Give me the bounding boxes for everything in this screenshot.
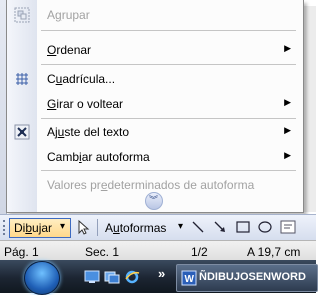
pointer-arrow-icon[interactable] (75, 219, 91, 235)
dibujar-button[interactable]: Dibujar ▾ (9, 218, 71, 238)
taskbar-window-title: ÑDIBUJOSENWORD (199, 271, 306, 283)
word-document-icon: W (181, 270, 197, 286)
internet-explorer-icon[interactable] (124, 269, 140, 285)
menu-item-cambiar[interactable]: Cambiar autoforma ▶ (7, 144, 303, 170)
menu-item-label: Cambiar autoforma (47, 150, 150, 164)
menu-item-agrupar[interactable]: Agrupar (7, 2, 303, 28)
toolbar-grip[interactable] (3, 220, 8, 235)
rectangle-icon[interactable] (235, 219, 251, 235)
expand-menu-button[interactable]: ︾ (145, 192, 163, 210)
menu-item-label: Cuadrícula... (47, 72, 116, 86)
menu-item-label: Girar o voltear (47, 97, 124, 111)
dibujar-label: Dibujar (14, 221, 53, 235)
oval-icon[interactable] (257, 219, 273, 235)
autoformas-button[interactable]: Autoformas ▾ (102, 218, 186, 236)
svg-text:W: W (185, 274, 195, 285)
document-margin (304, 6, 316, 212)
menu-item-ordenar[interactable]: Ordenar ▶ (7, 37, 303, 63)
toolbar-separator (97, 219, 98, 236)
menu-separator (41, 30, 296, 31)
grid-icon (16, 73, 28, 85)
status-section: Sec. 1 (85, 245, 120, 259)
submenu-arrow-icon: ▶ (284, 125, 291, 135)
status-bar: Pág. 1 Sec. 1 1/2 A 19,7 cm (0, 240, 316, 261)
drawing-toolbar: Dibujar ▾ Autoformas ▾ (0, 214, 316, 241)
menu-item-label: Ordenar (47, 43, 92, 57)
menu-item-label: Agrupar (47, 8, 90, 22)
taskbar-overflow[interactable]: » (158, 266, 165, 281)
status-page: Pág. 1 (4, 245, 39, 259)
menu-separator (41, 64, 296, 65)
menu-item-girar[interactable]: Girar o voltear ▶ (7, 91, 303, 117)
submenu-arrow-icon: ▶ (284, 43, 291, 53)
line-icon[interactable] (190, 219, 206, 235)
menu-item-label: Ajuste del texto (47, 125, 130, 139)
windows-start-icon[interactable] (24, 261, 60, 295)
submenu-arrow-icon: ▶ (284, 97, 291, 107)
menu-item-ajuste[interactable]: Ajuste del texto ▶ (7, 119, 303, 145)
text-wrap-icon (14, 124, 30, 140)
dropdown-arrow-icon: ▾ (178, 221, 184, 232)
dropdown-arrow-icon: ▾ (60, 221, 66, 232)
textbox-icon[interactable] (280, 219, 296, 235)
menu-separator (41, 170, 296, 171)
draw-menu: Agrupar Ordenar ▶ Cuadrícula... Girar o … (6, 0, 304, 213)
arrow-icon[interactable] (212, 219, 228, 235)
group-icon (14, 7, 30, 23)
window-switch-icon[interactable] (104, 269, 120, 285)
menu-item-cuadricula[interactable]: Cuadrícula... (7, 66, 303, 92)
show-desktop-icon[interactable] (84, 269, 100, 285)
double-chevron-down-icon: ︾ (149, 195, 159, 205)
status-pages: 1/2 (191, 245, 208, 259)
autoformas-label: Autoformas (105, 221, 167, 235)
status-position: A 19,7 cm (247, 245, 301, 259)
submenu-arrow-icon: ▶ (284, 150, 291, 160)
taskbar-word-window[interactable]: W ÑDIBUJOSENWORD (176, 264, 318, 292)
menu-item-label: Valores predeterminados de autoforma (47, 178, 255, 192)
